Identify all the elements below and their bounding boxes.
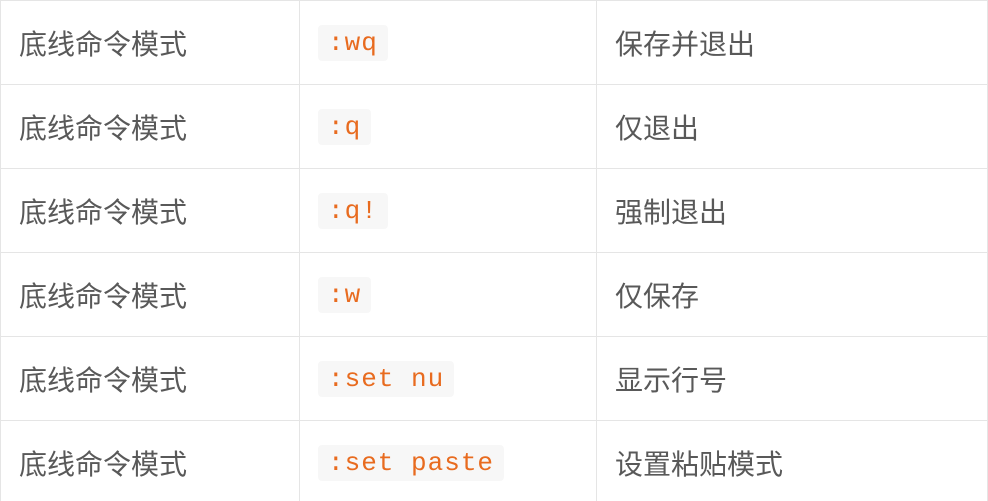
- table-row: 底线命令模式 :q! 强制退出: [1, 169, 988, 253]
- cell-command: :q!: [300, 169, 597, 253]
- cell-description: 仅保存: [597, 253, 988, 337]
- cell-mode: 底线命令模式: [1, 253, 300, 337]
- cell-description: 强制退出: [597, 169, 988, 253]
- table-row: 底线命令模式 :q 仅退出: [1, 85, 988, 169]
- cell-mode: 底线命令模式: [1, 421, 300, 501]
- command-code: :w: [318, 277, 371, 313]
- table-row: 底线命令模式 :w 仅保存: [1, 253, 988, 337]
- cell-command: :set nu: [300, 337, 597, 421]
- command-code: :q: [318, 109, 371, 145]
- command-code: :wq: [318, 25, 388, 61]
- vim-command-table: 底线命令模式 :wq 保存并退出 底线命令模式 :q 仅退出 底线命令模式 :q…: [0, 0, 988, 501]
- command-code: :set paste: [318, 445, 504, 481]
- command-code: :set nu: [318, 361, 454, 397]
- cell-mode: 底线命令模式: [1, 337, 300, 421]
- cell-mode: 底线命令模式: [1, 1, 300, 85]
- table-row: 底线命令模式 :set paste 设置粘贴模式: [1, 421, 988, 501]
- table-row: 底线命令模式 :wq 保存并退出: [1, 1, 988, 85]
- table-row: 底线命令模式 :set nu 显示行号: [1, 337, 988, 421]
- cell-description: 保存并退出: [597, 1, 988, 85]
- cell-mode: 底线命令模式: [1, 169, 300, 253]
- cell-command: :w: [300, 253, 597, 337]
- cell-command: :q: [300, 85, 597, 169]
- cell-description: 设置粘贴模式: [597, 421, 988, 501]
- cell-command: :wq: [300, 1, 597, 85]
- cell-description: 仅退出: [597, 85, 988, 169]
- command-code: :q!: [318, 193, 388, 229]
- cell-command: :set paste: [300, 421, 597, 501]
- cell-description: 显示行号: [597, 337, 988, 421]
- cell-mode: 底线命令模式: [1, 85, 300, 169]
